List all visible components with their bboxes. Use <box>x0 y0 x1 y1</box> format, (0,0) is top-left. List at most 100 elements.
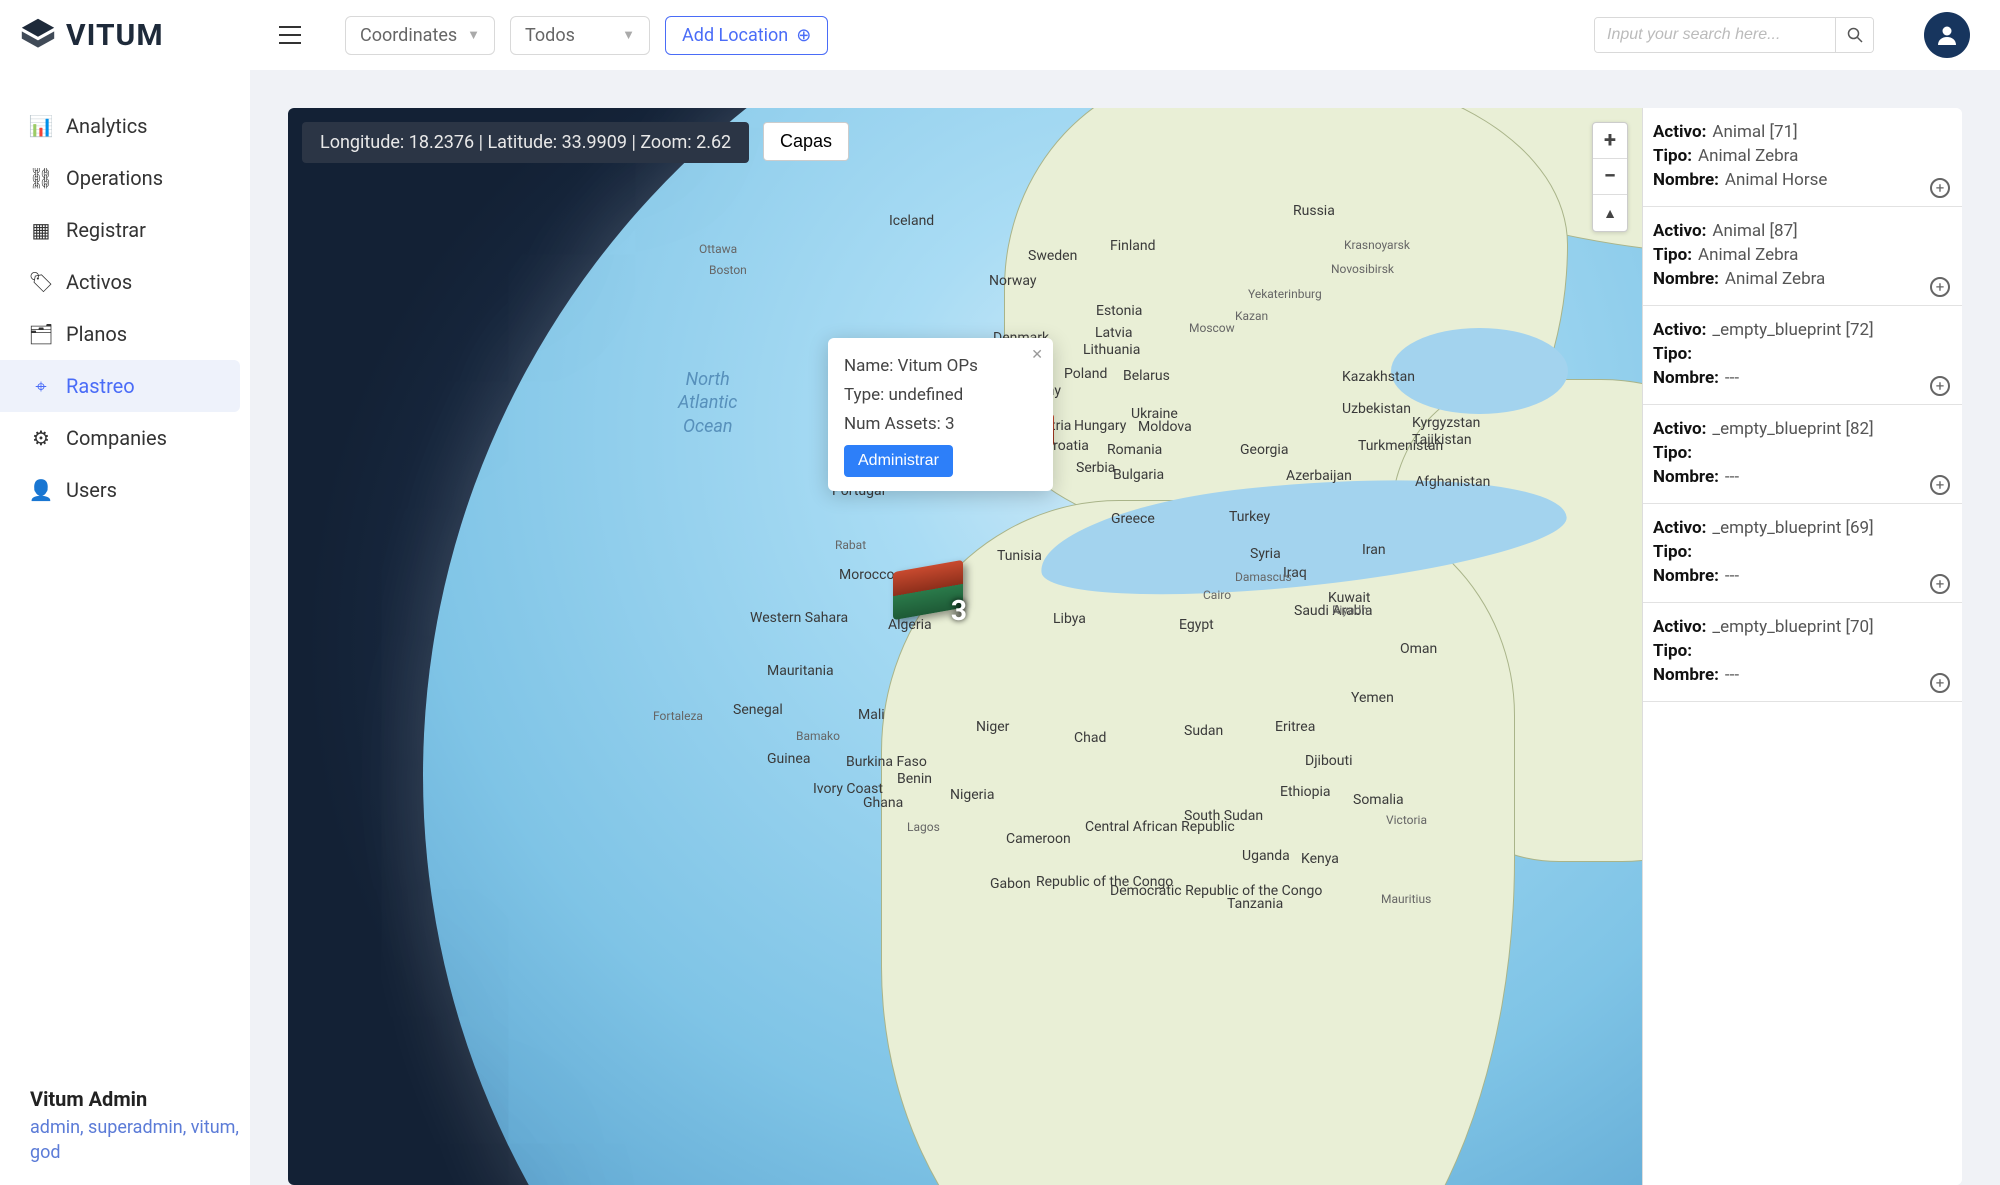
reset-north-button[interactable]: ▲ <box>1593 195 1627 231</box>
search-input[interactable] <box>1595 18 1835 52</box>
asset-add-button[interactable]: + <box>1930 574 1950 594</box>
asset-card[interactable]: Activo:Animal [87]Tipo:Animal ZebraNombr… <box>1643 207 1962 306</box>
coordinates-readout: Longitude: 18.2376 | Latitude: 33.9909 |… <box>302 122 749 163</box>
map-country-label: Oman <box>1400 641 1437 657</box>
asset-add-button[interactable]: + <box>1930 277 1950 297</box>
sidebar-item-users[interactable]: 👤 Users <box>0 464 240 516</box>
asset-active-label: Activo: <box>1653 617 1706 637</box>
asset-add-button[interactable]: + <box>1930 475 1950 495</box>
map-country-label: Tunisia <box>997 548 1042 564</box>
map-country-label: Riyadh <box>1332 603 1368 617</box>
map-country-label: Iceland <box>889 213 934 229</box>
asset-add-button[interactable]: + <box>1930 376 1950 396</box>
zoom-in-button[interactable]: + <box>1593 123 1627 159</box>
map-country-label: Romania <box>1107 442 1162 458</box>
map-country-label: Ivory Coast <box>813 781 883 797</box>
hamburger-icon <box>279 26 301 44</box>
map-country-label: Chad <box>1074 730 1106 746</box>
map-country-label: Ottawa <box>699 242 737 256</box>
map-country-label: Libya <box>1053 611 1086 627</box>
sidebar: 📊Analytics⛓Operations▦Registrar🏷Activos🗂… <box>0 70 250 1185</box>
map-panel: IcelandIrelandNorwaySwedenDenmarkGermany… <box>288 108 1962 1185</box>
asset-type-label: Tipo: <box>1653 443 1692 463</box>
map-country-label: Finland <box>1110 238 1156 254</box>
asset-type-label: Tipo: <box>1653 344 1692 364</box>
asset-card[interactable]: Activo:Animal [71]Tipo:Animal ZebraNombr… <box>1643 108 1962 207</box>
map-country-label: Djibouti <box>1305 753 1353 769</box>
map-country-label: Uzbekistan <box>1342 401 1411 417</box>
map-country-label: Bamako <box>796 729 840 743</box>
map-country-label: Ethiopia <box>1280 784 1331 800</box>
map-country-label: Novosibirsk <box>1331 262 1394 276</box>
popup-manage-button[interactable]: Administrar <box>844 445 953 477</box>
asset-panel: Activo:Animal [71]Tipo:Animal ZebraNombr… <box>1642 108 1962 1185</box>
search-button[interactable] <box>1835 18 1873 52</box>
users-icon: 👤 <box>30 478 52 502</box>
map-country-label: Azerbaijan <box>1286 468 1352 484</box>
map-country-label: Uganda <box>1242 848 1290 864</box>
popup-close-button[interactable]: ✕ <box>1031 344 1043 368</box>
search-group <box>1594 17 1874 53</box>
map-country-label: Morocco <box>839 567 894 583</box>
main-content: IcelandIrelandNorwaySwedenDenmarkGermany… <box>250 70 2000 1185</box>
asset-active-value: _empty_blueprint [72] <box>1712 320 1873 340</box>
sidebar-item-registrar[interactable]: ▦Registrar <box>0 204 240 256</box>
coordinates-dropdown[interactable]: Coordinates ▼ <box>345 16 495 55</box>
asset-active-value: Animal [71] <box>1712 122 1797 142</box>
map-country-label: Lagos <box>907 820 940 834</box>
map-country-label: Estonia <box>1096 303 1142 319</box>
map-country-label: Victoria <box>1386 813 1427 827</box>
map-country-label: Mauritania <box>767 663 834 679</box>
map-cluster-marker[interactable]: 3 <box>893 566 973 621</box>
operations-icon: ⛓ <box>30 166 52 190</box>
map-country-label: Bulgaria <box>1113 467 1164 483</box>
asset-name-label: Nombre: <box>1653 467 1719 487</box>
sidebar-item-label: Activos <box>66 270 132 294</box>
map-country-label: Senegal <box>733 702 783 718</box>
map-country-label: Western Sahara <box>750 610 848 626</box>
sidebar-item-label: Users <box>66 478 117 502</box>
map-country-label: Damascus <box>1235 570 1292 584</box>
ocean-label: NorthAtlanticOcean <box>678 368 737 438</box>
sidebar-item-planos[interactable]: 🗂Planos <box>0 308 240 360</box>
add-location-button[interactable]: Add Location ⊕ <box>665 16 828 55</box>
user-avatar[interactable] <box>1924 12 1970 58</box>
asset-card[interactable]: Activo:_empty_blueprint [82]Tipo:Nombre:… <box>1643 405 1962 504</box>
asset-add-button[interactable]: + <box>1930 673 1950 693</box>
asset-add-button[interactable]: + <box>1930 178 1950 198</box>
layers-button[interactable]: Capas <box>763 122 849 161</box>
asset-name-label: Nombre: <box>1653 566 1719 586</box>
map-country-label: Serbia <box>1076 460 1115 476</box>
sidebar-toggle-button[interactable] <box>275 20 305 50</box>
asset-active-label: Activo: <box>1653 320 1706 340</box>
asset-name-label: Nombre: <box>1653 170 1719 190</box>
filter-dropdown[interactable]: Todos ▼ <box>510 16 650 55</box>
map-country-label: Tajikistan <box>1412 432 1472 448</box>
map-country-label: Fortaleza <box>653 709 703 723</box>
sidebar-item-label: Planos <box>66 322 127 346</box>
sidebar-item-companies[interactable]: ⚙Companies <box>0 412 240 464</box>
current-user-roles: admin, superadmin, vitum, god <box>30 1115 250 1165</box>
asset-name-value: Animal Horse <box>1725 170 1828 190</box>
map-country-label: Burkina Faso <box>846 754 927 770</box>
asset-card[interactable]: Activo:_empty_blueprint [69]Tipo:Nombre:… <box>1643 504 1962 603</box>
brand-logo[interactable]: VITUM <box>20 17 250 53</box>
map-country-label: Somalia <box>1353 792 1404 808</box>
map-country-label: Latvia <box>1095 325 1133 341</box>
sidebar-item-label: Companies <box>66 426 167 450</box>
sidebar-item-rastreo[interactable]: ⌖Rastreo <box>0 360 240 412</box>
asset-card[interactable]: Activo:_empty_blueprint [70]Tipo:Nombre:… <box>1643 603 1962 702</box>
sidebar-item-activos[interactable]: 🏷Activos <box>0 256 240 308</box>
map-country-label: Benin <box>897 771 932 787</box>
zoom-out-button[interactable]: − <box>1593 159 1627 195</box>
zoom-controls: + − ▲ <box>1592 122 1628 232</box>
map-country-label: Egypt <box>1179 617 1214 633</box>
map-canvas[interactable]: IcelandIrelandNorwaySwedenDenmarkGermany… <box>288 108 1642 1185</box>
asset-name-value: --- <box>1725 368 1739 388</box>
sidebar-item-label: Rastreo <box>66 374 135 398</box>
sidebar-item-operations[interactable]: ⛓Operations <box>0 152 240 204</box>
map-country-label: Cairo <box>1203 588 1231 602</box>
sidebar-item-analytics[interactable]: 📊Analytics <box>0 100 240 152</box>
asset-card[interactable]: Activo:_empty_blueprint [72]Tipo:Nombre:… <box>1643 306 1962 405</box>
chart-icon: 📊 <box>30 114 52 138</box>
